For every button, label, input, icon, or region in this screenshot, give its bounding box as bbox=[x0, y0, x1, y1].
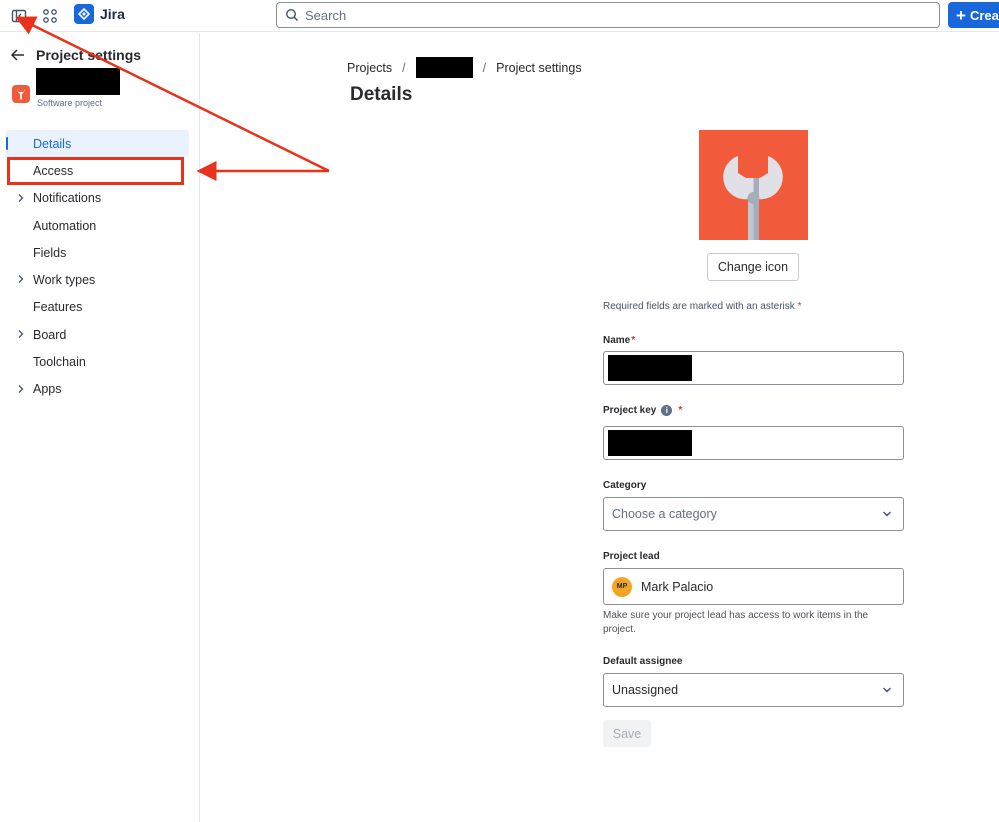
breadcrumb-separator: / bbox=[402, 60, 406, 75]
category-placeholder: Choose a category bbox=[612, 507, 717, 521]
chevron-right-icon[interactable] bbox=[16, 329, 26, 339]
change-icon-button[interactable]: Change icon bbox=[707, 253, 799, 281]
project-lead-name: Mark Palacio bbox=[641, 579, 714, 594]
project-icon bbox=[12, 85, 30, 103]
sidebar-item-label: Toolchain bbox=[33, 355, 86, 370]
breadcrumb-current: Project settings bbox=[496, 60, 582, 75]
default-assignee-value: Unassigned bbox=[612, 683, 679, 697]
sidebar-item-label: Automation bbox=[33, 218, 97, 233]
search-box[interactable] bbox=[276, 2, 940, 28]
name-label: Name * bbox=[603, 335, 635, 346]
chevron-right-icon[interactable] bbox=[16, 193, 26, 203]
jira-logo[interactable]: Jira bbox=[74, 4, 125, 24]
sidebar-title: Project settings bbox=[36, 47, 142, 63]
create-button-label: Create bbox=[969, 7, 999, 23]
top-navigation-bar: Jira + Create bbox=[0, 0, 999, 32]
back-to-project[interactable]: Project settings bbox=[10, 47, 141, 63]
sidebar-toggle-icon[interactable] bbox=[8, 5, 30, 27]
project-lead-label: Project lead bbox=[603, 551, 660, 562]
save-button[interactable]: Save bbox=[603, 720, 651, 747]
project-key-label-text: Project key bbox=[603, 405, 657, 416]
breadcrumb-separator: / bbox=[482, 60, 487, 75]
chevron-down-icon bbox=[883, 687, 891, 693]
sidebar-item-label: Board bbox=[33, 327, 67, 342]
jira-logo-icon bbox=[74, 4, 94, 24]
sidebar-item-fields[interactable]: Fields bbox=[6, 239, 189, 266]
back-arrow-icon bbox=[10, 49, 24, 61]
search-input[interactable] bbox=[305, 7, 905, 23]
avatar: MP bbox=[612, 576, 632, 597]
project-lead-select[interactable]: MP Mark Palacio bbox=[603, 568, 904, 605]
sidebar-item-label: Work types bbox=[33, 273, 96, 288]
app-name: Jira bbox=[100, 6, 125, 22]
page-title: Details bbox=[350, 84, 413, 105]
required-fields-note: Required fields are marked with an aster… bbox=[603, 301, 802, 312]
redacted-project-name bbox=[36, 68, 120, 95]
annotation-highlight-box bbox=[7, 157, 184, 185]
default-assignee-select[interactable]: Unassigned bbox=[603, 673, 904, 707]
project-key-field[interactable] bbox=[603, 426, 904, 460]
sidebar-item-label: Features bbox=[33, 300, 83, 315]
sidebar-item-features[interactable]: Features bbox=[6, 294, 189, 321]
breadcrumb-projects[interactable]: Projects bbox=[347, 61, 392, 75]
sidebar-item-label: Notifications bbox=[33, 191, 102, 206]
redacted-value bbox=[608, 430, 692, 456]
default-assignee-label: Default assignee bbox=[603, 656, 683, 667]
project-lead-helper-text: Make sure your project lead has access t… bbox=[603, 610, 869, 635]
breadcrumb: Projects / / Project settings bbox=[347, 57, 582, 78]
required-asterisk: * bbox=[797, 301, 802, 312]
sidebar-item-work-types[interactable]: Work types bbox=[6, 266, 189, 293]
create-button[interactable]: + Create bbox=[948, 2, 999, 28]
sidebar: Project settings Software project Detail… bbox=[0, 33, 200, 822]
category-label: Category bbox=[603, 480, 647, 491]
project-key-label: Project key i * bbox=[603, 405, 682, 416]
required-asterisk: * bbox=[631, 335, 636, 346]
redacted-value bbox=[608, 355, 692, 381]
chevron-right-icon[interactable] bbox=[16, 384, 26, 394]
required-note-text: Required fields are marked with an aster… bbox=[603, 301, 795, 312]
sidebar-item-apps[interactable]: Apps bbox=[6, 376, 189, 403]
plus-icon: + bbox=[956, 5, 966, 25]
chevron-down-icon bbox=[883, 511, 891, 517]
sidebar-item-board[interactable]: Board bbox=[6, 321, 189, 348]
app-switcher-icon[interactable] bbox=[39, 5, 61, 27]
sidebar-item-label: Details bbox=[33, 136, 72, 151]
required-asterisk: * bbox=[678, 405, 683, 416]
project-avatar-image bbox=[699, 130, 808, 240]
sidebar-item-automation[interactable]: Automation bbox=[6, 212, 189, 239]
chevron-right-icon[interactable] bbox=[16, 274, 26, 284]
info-icon[interactable]: i bbox=[661, 405, 673, 416]
category-select[interactable]: Choose a category bbox=[603, 497, 904, 531]
sidebar-item-label: Apps bbox=[33, 382, 62, 397]
project-type: Software project bbox=[37, 98, 103, 108]
sidebar-item-notifications[interactable]: Notifications bbox=[6, 185, 189, 212]
search-icon bbox=[285, 8, 299, 22]
sidebar-item-toolchain[interactable]: Toolchain bbox=[6, 348, 189, 375]
name-label-text: Name bbox=[603, 335, 631, 346]
sidebar-item-details[interactable]: Details bbox=[6, 130, 189, 158]
breadcrumb-redacted-project[interactable] bbox=[415, 57, 473, 78]
name-field[interactable] bbox=[603, 351, 904, 385]
sidebar-item-label: Fields bbox=[33, 245, 67, 260]
